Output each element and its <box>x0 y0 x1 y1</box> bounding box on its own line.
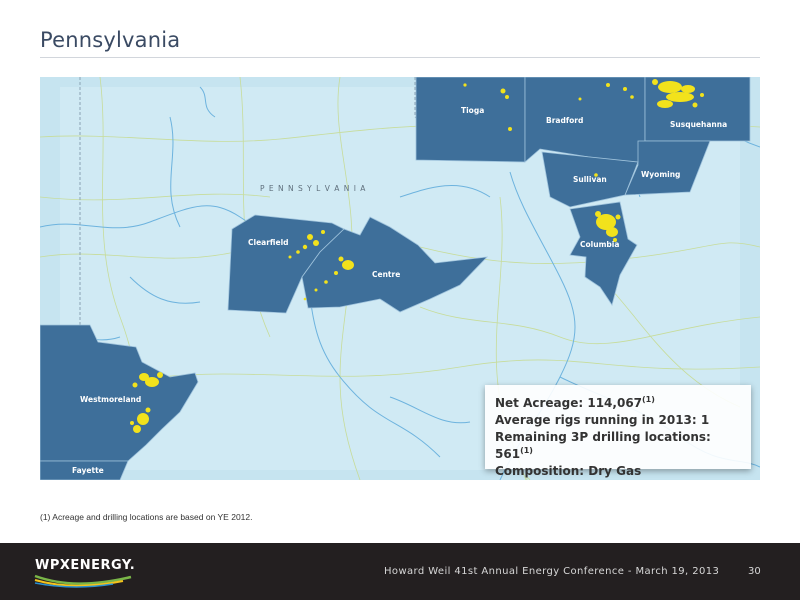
composition-line: Composition: Dry Gas <box>495 464 642 478</box>
rigs-line: Average rigs running in 2013: 1 <box>495 413 710 427</box>
county-label-wyoming: Wyoming <box>641 170 680 179</box>
county-label-fayette: Fayette <box>72 466 104 475</box>
county-label-bradford: Bradford <box>546 116 583 125</box>
county-label-westmoreland: Westmoreland <box>80 395 141 404</box>
net-acreage-footnote-ref: (1) <box>642 395 655 404</box>
page-number: 30 <box>748 566 761 577</box>
wpx-logo-swoosh-icon <box>34 574 132 588</box>
county-label-sullivan: Sullivan <box>573 175 607 184</box>
county-label-clearfield: Clearfield <box>248 238 289 247</box>
footer-bar: WPXENERGY. Howard Weil 41st Annual Energ… <box>0 543 800 600</box>
county-tioga <box>415 77 526 163</box>
locations-footnote-ref: (1) <box>520 446 533 455</box>
county-label-susquehanna: Susquehanna <box>670 120 727 129</box>
wpx-logo-text: WPXENERGY. <box>35 558 136 573</box>
county-label-centre: Centre <box>372 270 400 279</box>
county-label-tioga: Tioga <box>461 106 484 115</box>
conference-title: Howard Weil 41st Annual Energy Conferenc… <box>384 566 720 577</box>
summary-box: Net Acreage: 114,067(1) Average rigs run… <box>485 385 751 478</box>
footnote: (1) Acreage and drilling locations are b… <box>40 512 253 522</box>
net-acreage-line: Net Acreage: 114,067(1) <box>495 395 741 412</box>
state-label: P E N N S Y L V A N I A <box>260 184 366 193</box>
locations-line: Remaining 3P drilling locations: 561(1) <box>495 429 741 463</box>
net-acreage-text: Net Acreage: 114,067 <box>495 396 643 410</box>
county-label-columbia: Columbia <box>580 240 619 249</box>
page-title: Pennsylvania <box>40 28 181 52</box>
title-divider <box>40 57 760 58</box>
